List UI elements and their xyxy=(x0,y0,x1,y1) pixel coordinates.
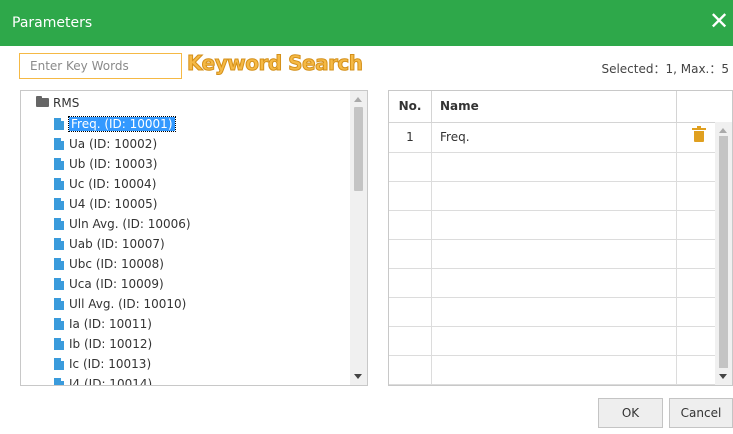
row-no-cell xyxy=(389,355,432,384)
tree-item[interactable]: I4 (ID: 10014) xyxy=(54,375,153,386)
ok-button[interactable]: OK xyxy=(598,398,663,428)
tree-item[interactable]: Ull Avg. (ID: 10010) xyxy=(54,295,186,313)
row-name-cell xyxy=(432,326,677,355)
search-input[interactable] xyxy=(19,53,182,79)
file-icon xyxy=(54,378,64,385)
row-name-cell: Freq. xyxy=(432,123,677,152)
table-header: No. Name xyxy=(389,91,732,123)
table-row xyxy=(389,268,717,298)
tree-item-label: Uln Avg. (ID: 10006) xyxy=(69,217,191,231)
file-icon xyxy=(54,118,64,130)
tree-item[interactable]: Uln Avg. (ID: 10006) xyxy=(54,215,191,233)
tree-scrollbar[interactable] xyxy=(350,91,367,385)
tree-item-label: Ua (ID: 10002) xyxy=(69,137,158,151)
row-name-cell xyxy=(432,239,677,268)
parameter-tree[interactable]: RMS Freq. (ID: 10001) Ua (ID: 10002) Ub (I… xyxy=(20,90,368,386)
tree-item-label: I4 (ID: 10014) xyxy=(69,377,153,386)
tree-item-label: Ubc (ID: 10008) xyxy=(69,257,164,271)
table-row xyxy=(389,239,717,269)
cancel-button[interactable]: Cancel xyxy=(669,398,733,428)
tree-item[interactable]: Ubc (ID: 10008) xyxy=(54,255,164,273)
tree-root-rms[interactable]: RMS xyxy=(36,96,79,110)
row-name-cell xyxy=(432,268,677,297)
row-no-cell xyxy=(389,210,432,239)
table-scroll-up-icon[interactable] xyxy=(719,128,727,133)
tree-item[interactable]: Ic (ID: 10013) xyxy=(54,355,151,373)
selection-count: Selected：1, Max.：5 xyxy=(601,62,729,76)
scroll-down-icon[interactable] xyxy=(354,374,362,379)
col-header-no: No. xyxy=(389,91,432,122)
row-name-cell xyxy=(432,181,677,210)
scroll-up-icon[interactable] xyxy=(354,97,362,102)
row-no-cell xyxy=(389,326,432,355)
tree-item-label: Uab (ID: 10007) xyxy=(69,237,165,251)
row-no-cell xyxy=(389,268,432,297)
row-name-cell xyxy=(432,297,677,326)
file-icon xyxy=(54,258,64,270)
file-icon xyxy=(54,178,64,190)
tree-item-label: Ull Avg. (ID: 10010) xyxy=(69,297,187,311)
tree-item-label: Freq. (ID: 10001) xyxy=(68,116,176,132)
row-no-cell: 1 xyxy=(389,123,432,152)
tree-item[interactable]: Ua (ID: 10002) xyxy=(54,135,157,153)
table-row: 1 Freq. xyxy=(389,123,717,153)
dialog-titlebar: Parameters ✕ xyxy=(0,0,733,46)
table-row xyxy=(389,152,717,182)
table-row xyxy=(389,297,717,327)
row-name-cell xyxy=(432,152,677,181)
tree-root-label: RMS xyxy=(53,96,80,110)
row-name-cell xyxy=(432,355,677,384)
file-icon xyxy=(54,298,64,310)
file-icon xyxy=(54,318,64,330)
file-icon xyxy=(54,158,64,170)
tree-item-label: U4 (ID: 10005) xyxy=(69,197,158,211)
file-icon xyxy=(54,198,64,210)
table-scroll-down-icon[interactable] xyxy=(719,374,727,379)
tree-item[interactable]: Uca (ID: 10009) xyxy=(54,275,164,293)
tree-item[interactable]: Uab (ID: 10007) xyxy=(54,235,165,253)
file-icon xyxy=(54,238,64,250)
tree-scroll-thumb[interactable] xyxy=(354,107,363,191)
table-row xyxy=(389,181,717,211)
table-row xyxy=(389,326,717,356)
tree-item-label: Ub (ID: 10003) xyxy=(69,157,158,171)
file-icon xyxy=(54,138,64,150)
tree-item-label: Ic (ID: 10013) xyxy=(69,357,152,371)
table-scrollbar[interactable] xyxy=(715,122,732,385)
tree-item[interactable]: Ub (ID: 10003) xyxy=(54,155,157,173)
file-icon xyxy=(54,338,64,350)
trash-icon[interactable] xyxy=(692,126,706,142)
keyword-search-hint: Keyword Search xyxy=(187,51,364,76)
row-name-cell xyxy=(432,210,677,239)
tree-item[interactable]: Ib (ID: 10012) xyxy=(54,335,152,353)
tree-item-label: Ib (ID: 10012) xyxy=(69,337,153,351)
tree-item-label: Ia (ID: 10011) xyxy=(69,317,152,331)
file-icon xyxy=(54,358,64,370)
table-scroll-thumb[interactable] xyxy=(719,136,728,368)
row-no-cell xyxy=(389,152,432,181)
tree-item[interactable]: Ia (ID: 10011) xyxy=(54,315,152,333)
tree-item[interactable]: Uc (ID: 10004) xyxy=(54,175,156,193)
tree-item-label: Uca (ID: 10009) xyxy=(69,277,164,291)
selected-params-table: No. Name 1 Freq. xyxy=(388,90,733,386)
folder-icon xyxy=(36,96,49,107)
row-no-cell xyxy=(389,181,432,210)
table-row xyxy=(389,210,717,240)
file-icon xyxy=(54,218,64,230)
file-icon xyxy=(54,278,64,290)
table-row xyxy=(389,355,717,385)
tree-item-label: Uc (ID: 10004) xyxy=(69,177,157,191)
row-no-cell xyxy=(389,297,432,326)
close-icon[interactable]: ✕ xyxy=(707,9,731,33)
tree-item[interactable]: Freq. (ID: 10001) xyxy=(54,115,176,133)
dialog-title: Parameters xyxy=(12,15,93,31)
tree-item[interactable]: U4 (ID: 10005) xyxy=(54,195,157,213)
col-header-name: Name xyxy=(432,91,677,122)
row-no-cell xyxy=(389,239,432,268)
